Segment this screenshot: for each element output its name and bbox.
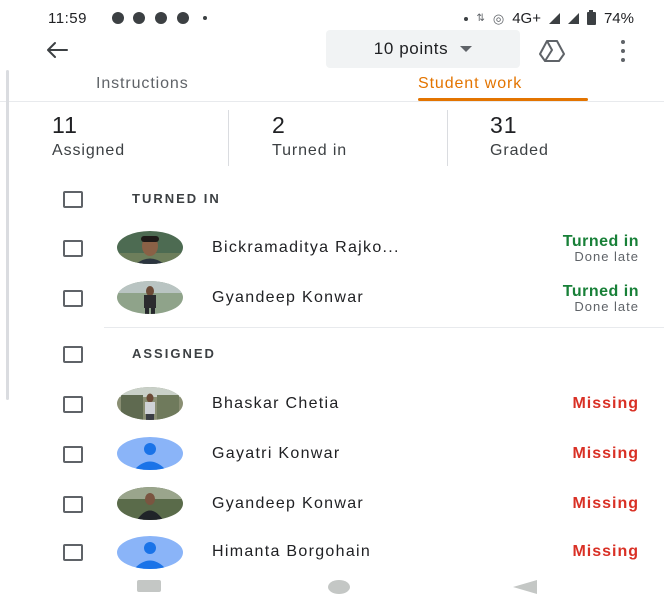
student-name: Gyandeep Konwar <box>212 495 365 512</box>
points-label: 10 points <box>373 39 449 58</box>
select-assigned-checkbox[interactable] <box>63 346 83 363</box>
avatar <box>117 437 183 470</box>
home-button[interactable] <box>328 580 350 594</box>
network-type: 4G+ <box>512 10 541 27</box>
points-dropdown[interactable]: 10 points <box>326 30 520 68</box>
stat-assigned[interactable]: 11 Assigned <box>52 112 125 160</box>
student-row[interactable]: Himanta Borgohain Missing <box>0 528 664 570</box>
select-turned-in-checkbox[interactable] <box>63 191 83 208</box>
student-row[interactable]: Bhaskar Chetia Missing <box>0 378 664 428</box>
data-speed-icon: ⇅ <box>476 13 485 24</box>
dot-icon <box>464 16 469 21</box>
signal-icon <box>567 13 579 24</box>
student-status: Missing <box>572 495 639 512</box>
avatar <box>117 281 183 314</box>
stat-assigned-count: 11 <box>52 112 78 138</box>
stat-divider <box>228 110 229 166</box>
google-drive-icon <box>539 40 565 62</box>
notification-icon <box>155 12 167 24</box>
recents-button[interactable] <box>137 580 161 592</box>
back-button[interactable] <box>40 36 74 64</box>
stat-graded-label: Graded <box>490 142 549 159</box>
avatar <box>117 387 183 420</box>
drive-button[interactable] <box>538 36 566 64</box>
student-row[interactable]: Gayatri Konwar Missing <box>0 428 664 478</box>
avatar <box>117 536 183 569</box>
student-name: Bhaskar Chetia <box>212 395 340 412</box>
student-row[interactable]: Gyandeep Konwar Turned in Done late <box>0 272 664 322</box>
app-bar: 10 points <box>0 26 664 74</box>
section-divider <box>104 327 664 328</box>
section-label-assigned: ASSIGNED <box>132 346 216 361</box>
stat-turned-in-count: 2 <box>272 112 286 138</box>
tab-bar: Instructions Student work <box>0 70 664 102</box>
student-checkbox[interactable] <box>63 446 83 463</box>
more-vert-dot <box>621 58 625 62</box>
default-avatar-icon <box>117 536 183 569</box>
tab-student-work[interactable]: Student work <box>418 75 522 93</box>
student-status: Missing <box>572 543 639 560</box>
stat-assigned-label: Assigned <box>52 142 126 159</box>
student-checkbox[interactable] <box>63 396 83 413</box>
more-vert-icon <box>621 40 625 44</box>
more-vert-dot <box>621 49 625 53</box>
student-checkbox[interactable] <box>63 240 83 257</box>
stat-turned-in-label: Turned in <box>272 142 348 159</box>
more-options-button[interactable] <box>620 40 626 62</box>
student-status: Missing <box>572 445 639 462</box>
stats-bar: 11 Assigned 2 Turned in 31 Graded <box>0 102 664 168</box>
default-avatar-icon <box>117 437 183 470</box>
student-row[interactable]: Bickramaditya Rajko... Turned in Done la… <box>0 222 664 272</box>
stat-turned-in[interactable]: 2 Turned in <box>272 112 347 160</box>
student-row[interactable]: Gyandeep Konwar Missing <box>0 478 664 528</box>
arrow-left-icon <box>47 42 68 58</box>
tab-instructions[interactable]: Instructions <box>96 75 189 93</box>
hotspot-icon: ◎ <box>492 10 505 26</box>
student-name: Gyandeep Konwar <box>212 289 365 306</box>
signal-icon <box>548 13 560 24</box>
student-checkbox[interactable] <box>63 496 83 513</box>
notification-icon <box>133 12 145 24</box>
notification-icon <box>112 12 124 24</box>
status-time: 11:59 <box>48 10 87 27</box>
student-checkbox[interactable] <box>63 290 83 307</box>
avatar <box>117 487 183 520</box>
more-notifications-icon <box>203 16 207 20</box>
stat-graded[interactable]: 31 Graded <box>490 112 549 160</box>
student-name: Himanta Borgohain <box>212 543 372 560</box>
battery-level: 74% <box>603 10 634 27</box>
notification-icon <box>177 12 189 24</box>
section-label-turned-in: TURNED IN <box>132 191 221 206</box>
stat-divider <box>447 110 448 166</box>
status-icons: ⇅ ◎ 4G+ 74% <box>464 10 634 27</box>
battery-icon <box>586 10 596 25</box>
system-nav-bar <box>0 568 664 599</box>
student-status: Missing <box>572 395 639 412</box>
student-sub-status: Done late <box>574 249 639 264</box>
student-name: Gayatri Konwar <box>212 445 341 462</box>
student-checkbox[interactable] <box>63 544 83 561</box>
student-sub-status: Done late <box>574 299 639 314</box>
student-name: Bickramaditya Rajko... <box>212 239 400 256</box>
avatar <box>117 231 183 264</box>
stat-graded-count: 31 <box>490 112 518 138</box>
system-back-button[interactable] <box>513 580 537 594</box>
caret-down-icon <box>460 46 473 52</box>
